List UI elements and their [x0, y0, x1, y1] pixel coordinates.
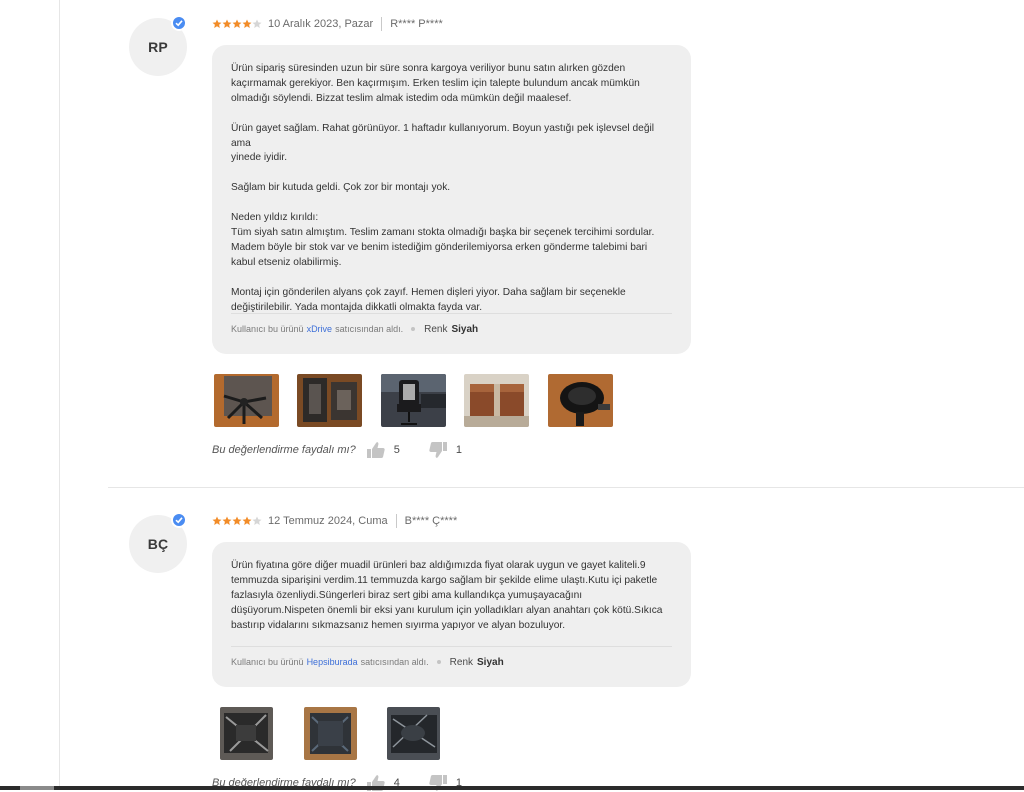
- star-icon: [232, 19, 242, 28]
- review-date: 10 Aralık 2023, Pazar: [268, 18, 374, 30]
- color-value: Siyah: [477, 656, 504, 668]
- star-icon: [242, 19, 252, 28]
- review-comment-bubble: Ürün sipariş süresinden uzun bir süre so…: [212, 45, 691, 354]
- purchase-prefix: Kullanıcı bu ürünü: [231, 324, 304, 334]
- review-photo[interactable]: [381, 374, 446, 427]
- star-rating: [212, 516, 262, 526]
- seller-link[interactable]: xDrive: [307, 324, 333, 334]
- avatar-initials: BÇ: [147, 536, 169, 552]
- purchase-info: Kullanıcı bu ürünü Hepsiburada satıcısın…: [231, 646, 672, 677]
- review-comment-bubble: Ürün fiyatına göre diğer muadil ürünleri…: [212, 542, 691, 687]
- thumbs-down-icon: [429, 442, 447, 458]
- meta-separator: [395, 514, 397, 528]
- verified-badge-icon: [171, 15, 187, 31]
- review-photo[interactable]: [220, 707, 273, 760]
- review-author: B**** Ç****: [404, 515, 458, 527]
- star-icon: [242, 516, 252, 525]
- page-left-border: [59, 0, 60, 790]
- review-date: 12 Temmuz 2024, Cuma: [268, 515, 388, 527]
- star-icon: [212, 516, 222, 525]
- helpful-section: Bu değerlendirme faydalı mı? 5 1: [212, 441, 490, 459]
- dislike-button[interactable]: 1: [428, 441, 462, 459]
- review-photo[interactable]: [387, 707, 440, 760]
- review-photo[interactable]: [548, 374, 613, 427]
- color-value: Siyah: [451, 323, 479, 335]
- purchase-info: Kullanıcı bu ürünü xDrive satıcısından a…: [231, 313, 672, 344]
- star-icon: [232, 516, 242, 525]
- review-photo[interactable]: [214, 374, 279, 427]
- review-photo[interactable]: [464, 374, 529, 427]
- review-text: Ürün fiyatına göre diğer muadil ürünleri…: [231, 560, 663, 631]
- review-author: R**** P****: [390, 18, 443, 30]
- star-icon: [222, 516, 232, 525]
- review-photo[interactable]: [304, 707, 357, 760]
- review-photo[interactable]: [297, 374, 362, 427]
- purchase-suffix: satıcısından aldı.: [335, 324, 404, 334]
- helpful-question: Bu değerlendirme faydalı mı?: [212, 444, 356, 456]
- verified-badge-icon: [171, 512, 187, 528]
- avatar-initials: RP: [148, 39, 168, 55]
- review-divider: [108, 487, 1024, 488]
- star-icon: [212, 19, 222, 28]
- review-text: Ürün sipariş süresinden uzun bir süre so…: [231, 63, 655, 313]
- purchase-suffix: satıcısından aldı.: [360, 657, 429, 667]
- dot-separator: [436, 660, 441, 664]
- star-empty-icon: [252, 19, 262, 28]
- review-meta: 12 Temmuz 2024, Cuma B**** Ç****: [212, 513, 457, 529]
- color-label: Renk: [424, 323, 448, 335]
- star-empty-icon: [252, 516, 262, 525]
- star-icon: [222, 19, 232, 28]
- purchase-prefix: Kullanıcı bu ürünü: [231, 657, 304, 667]
- bottom-scrollbar[interactable]: [0, 786, 1024, 790]
- color-label: Renk: [449, 656, 474, 668]
- dislike-count: 1: [455, 444, 462, 456]
- thumbs-up-icon: [366, 442, 385, 458]
- dot-separator: [411, 327, 416, 331]
- star-rating: [212, 19, 262, 29]
- like-count: 5: [393, 444, 400, 456]
- like-button[interactable]: 5: [366, 441, 400, 459]
- meta-separator: [381, 17, 383, 31]
- seller-link[interactable]: Hepsiburada: [307, 657, 358, 667]
- review-meta: 10 Aralık 2023, Pazar R**** P****: [212, 16, 443, 32]
